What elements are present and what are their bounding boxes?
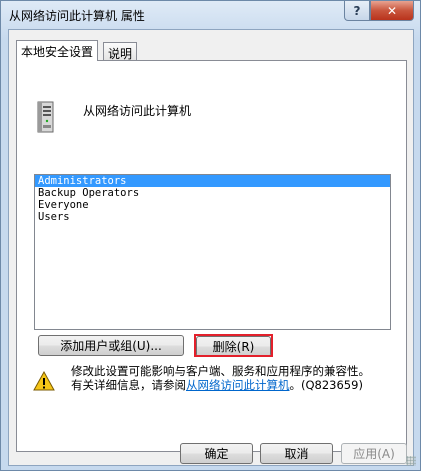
close-button[interactable]: ✕: [370, 1, 414, 21]
tab-label: 本地安全设置: [21, 45, 94, 59]
tab-explain[interactable]: 说明: [103, 42, 138, 61]
help-button[interactable]: ?: [344, 1, 370, 21]
server-icon: [37, 101, 54, 133]
window-title: 从网络访问此计算机 属性: [9, 9, 145, 23]
warning-icon: [33, 371, 55, 391]
policy-help-link[interactable]: 从网络访问此计算机: [186, 378, 290, 392]
tab-panel: 从网络访问此计算机 Administrators Backup Operator…: [16, 60, 407, 452]
ok-button[interactable]: 确定: [180, 443, 253, 464]
properties-window: 从网络访问此计算机 属性 ? ✕ 本地安全设置 说明 从网络访问此计算机 Adm…: [0, 0, 421, 471]
policy-name: 从网络访问此计算机: [83, 104, 192, 118]
users-listbox[interactable]: Administrators Backup Operators Everyone…: [34, 174, 391, 330]
compatibility-warning: 修改此设置可能影响与客户端、服务和应用程序的兼容性。 有关详细信息，请参阅从网络…: [71, 364, 370, 392]
apply-button[interactable]: 应用(A): [341, 443, 407, 464]
list-item[interactable]: Administrators: [35, 175, 390, 187]
tab-label: 说明: [108, 47, 133, 61]
close-icon: ✕: [386, 3, 398, 18]
warning-prefix: 有关详细信息，请参阅: [71, 378, 186, 392]
warning-line-2: 有关详细信息，请参阅从网络访问此计算机。(Q823659): [71, 378, 370, 392]
resize-grip[interactable]: [406, 456, 416, 466]
add-user-or-group-button[interactable]: 添加用户或组(U)...: [38, 335, 184, 356]
tab-local-security-setting[interactable]: 本地安全设置: [16, 40, 99, 61]
list-item[interactable]: Backup Operators: [35, 187, 390, 199]
list-item[interactable]: Everyone: [35, 199, 390, 211]
title-bar[interactable]: 从网络访问此计算机 属性 ? ✕: [1, 1, 420, 29]
cancel-button[interactable]: 取消: [260, 443, 333, 464]
dialog-client-area: 本地安全设置 说明 从网络访问此计算机 Administrators Backu…: [8, 29, 414, 466]
help-icon: ?: [353, 3, 361, 18]
remove-button-highlight: [194, 334, 273, 357]
warning-suffix: 。(Q823659): [289, 378, 363, 392]
warning-line-1: 修改此设置可能影响与客户端、服务和应用程序的兼容性。: [71, 364, 370, 378]
list-item[interactable]: Users: [35, 211, 390, 223]
